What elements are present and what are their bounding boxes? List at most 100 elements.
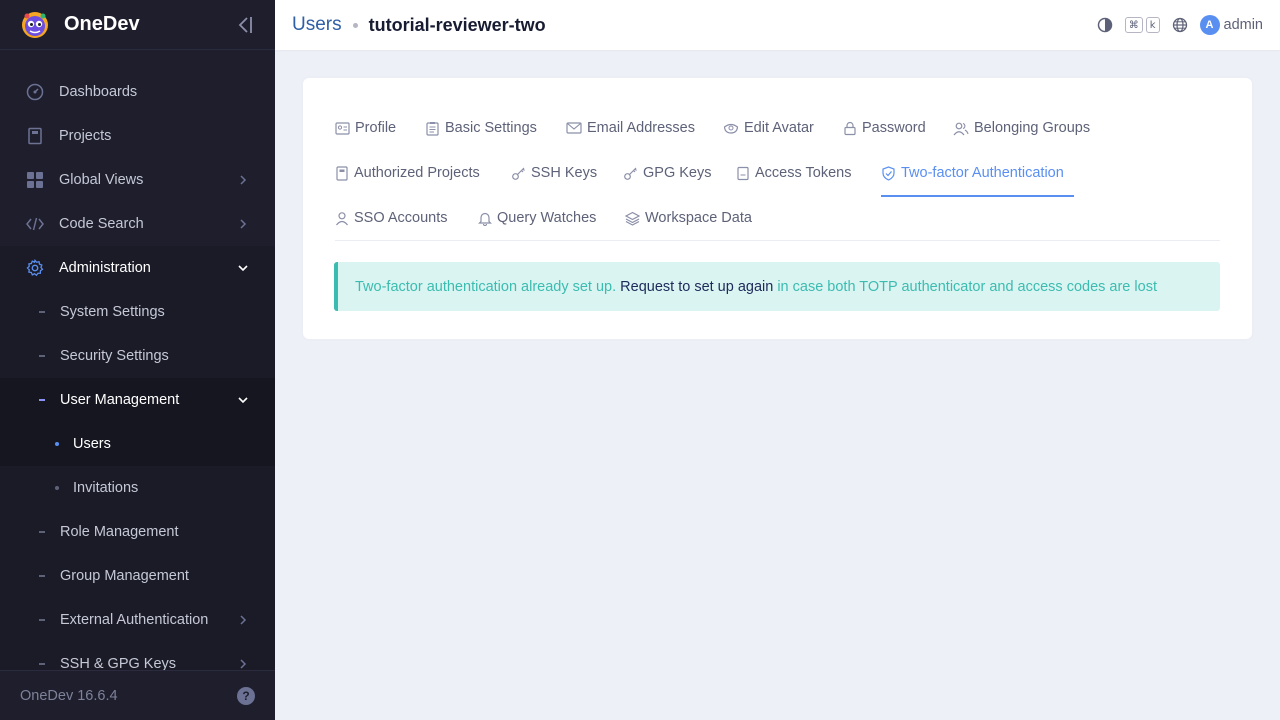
bullet-dash <box>39 399 45 401</box>
command-palette-shortcut[interactable]: ⌘ k <box>1124 17 1160 33</box>
book-icon <box>336 165 348 181</box>
token-icon <box>737 166 749 180</box>
user-menu[interactable]: A admin <box>1199 15 1264 35</box>
sidebar-item-system-settings[interactable]: System Settings <box>0 290 275 334</box>
chevron-right-icon <box>240 175 247 185</box>
tab-email-addresses[interactable]: Email Addresses <box>566 117 695 139</box>
tab-basic-settings[interactable]: Basic Settings <box>425 117 537 139</box>
sidebar-item-role-management[interactable]: Role Management <box>0 510 275 554</box>
tab-label: Password <box>862 120 926 136</box>
sidebar-item-invitations[interactable]: Invitations <box>0 466 275 510</box>
request-setup-again-link[interactable]: Request to set up again <box>620 279 773 295</box>
tab-label: Edit Avatar <box>744 120 814 136</box>
sidebar-item-code-search[interactable]: Code Search <box>0 202 275 246</box>
book-icon <box>26 127 44 145</box>
tab-gpg-keys[interactable]: GPG Keys <box>623 162 712 184</box>
breadcrumb-users-link[interactable]: Users <box>292 14 342 36</box>
sidebar-item-label: Users <box>73 436 111 452</box>
sidebar-item-label: User Management <box>60 392 180 408</box>
bullet-dash <box>39 663 45 665</box>
tab-query-watches[interactable]: Query Watches <box>478 207 596 229</box>
chevron-right-icon <box>240 615 247 625</box>
tab-label: SSO Accounts <box>354 210 448 226</box>
sidebar-item-group-management[interactable]: Group Management <box>0 554 275 598</box>
tab-authorized-projects[interactable]: Authorized Projects <box>335 162 480 184</box>
layers-icon <box>625 211 640 226</box>
bullet-dash <box>39 355 45 357</box>
breadcrumb-separator <box>352 22 358 28</box>
tab-belonging-groups[interactable]: Belonging Groups <box>953 117 1090 139</box>
topbar: Users tutorial-reviewer-two ⌘ k A admin <box>275 0 1280 50</box>
version-label: OneDev 16.6.4 <box>20 687 118 704</box>
kbd-k: k <box>1145 17 1160 33</box>
help-icon[interactable]: ? <box>237 686 255 705</box>
tab-label: Profile <box>355 120 397 136</box>
tab-label: Belonging Groups <box>974 120 1091 136</box>
sidebar-item-label: Global Views <box>59 172 144 188</box>
sidebar-item-administration[interactable]: Administration <box>0 246 275 290</box>
theme-toggle-icon[interactable] <box>1097 17 1113 33</box>
code-icon <box>26 215 44 233</box>
shield-check-icon <box>882 165 895 181</box>
sidebar-item-label: External Authentication <box>60 612 209 628</box>
sidebar-item-global-views[interactable]: Global Views <box>0 158 275 202</box>
gear-icon <box>26 259 44 277</box>
chevron-right-icon <box>240 219 247 229</box>
sidebar-item-dashboards[interactable]: Dashboards <box>0 70 275 114</box>
top-actions: ⌘ k A admin <box>1097 15 1263 35</box>
user-icon <box>336 211 348 225</box>
tab-label: Access Tokens <box>755 165 852 181</box>
sidebar-item-label: System Settings <box>60 304 165 320</box>
sidebar-item-users[interactable]: Users <box>0 422 275 466</box>
tab-label: SSH Keys <box>531 165 598 181</box>
tab-two-factor-authentication[interactable]: Two-factor Authentication <box>881 162 1064 184</box>
sidebar-item-label: Security Settings <box>60 348 169 364</box>
mask-icon <box>723 123 739 134</box>
collapse-sidebar-icon[interactable] <box>235 14 255 36</box>
tab-label: Workspace Data <box>645 210 752 226</box>
id-card-icon <box>335 121 350 135</box>
sidebar-item-security-settings[interactable]: Security Settings <box>0 334 275 378</box>
user-settings-card: Profile Basic Settings Email Addresses E… <box>303 78 1252 339</box>
user-name: admin <box>1223 17 1264 33</box>
tab-ssh-keys[interactable]: SSH Keys <box>511 162 597 184</box>
brand-name: OneDev <box>64 13 140 35</box>
key-icon <box>624 167 637 180</box>
chevron-down-icon <box>238 265 248 272</box>
sidebar-item-projects[interactable]: Projects <box>0 114 275 158</box>
globe-icon[interactable] <box>1172 17 1188 33</box>
sidebar-item-label: Dashboards <box>59 84 138 100</box>
key-icon <box>512 167 525 180</box>
sidebar-item-label: Invitations <box>73 480 139 496</box>
sidebar-item-label: Administration <box>59 260 151 276</box>
tab-edit-avatar[interactable]: Edit Avatar <box>723 117 814 139</box>
alert-text-before: Two-factor authentication already set up… <box>355 278 617 295</box>
tab-password[interactable]: Password <box>843 117 926 139</box>
clipboard-icon <box>426 121 439 136</box>
bell-icon <box>478 212 492 226</box>
page-title: tutorial-reviewer-two <box>368 14 546 35</box>
tabs-divider <box>335 240 1220 241</box>
active-tab-underline <box>881 195 1074 197</box>
tab-label: GPG Keys <box>643 165 712 181</box>
sidebar: OneDev Dashboards Projects Global Views <box>0 0 275 720</box>
avatar: A <box>1199 15 1220 35</box>
tab-sso-accounts[interactable]: SSO Accounts <box>335 207 448 229</box>
sidebar-item-user-management[interactable]: User Management <box>0 378 275 422</box>
onedev-logo-icon <box>22 11 48 38</box>
sidebar-item-label: Code Search <box>59 216 144 232</box>
tab-label: Email Addresses <box>587 120 695 136</box>
bullet-dash <box>39 311 45 313</box>
two-factor-status-alert: Two-factor authentication already set up… <box>334 262 1220 311</box>
gauge-icon <box>26 83 44 101</box>
tab-profile[interactable]: Profile <box>335 117 396 139</box>
sidebar-item-external-authentication[interactable]: External Authentication <box>0 598 275 642</box>
grid-icon <box>26 171 44 189</box>
sidebar-item-label: Role Management <box>60 524 179 540</box>
bullet-dash <box>39 531 45 533</box>
tab-workspace-data[interactable]: Workspace Data <box>625 207 752 229</box>
tab-access-tokens[interactable]: Access Tokens <box>736 162 851 184</box>
envelope-icon <box>566 122 582 134</box>
tab-label: Basic Settings <box>445 120 537 136</box>
chevron-right-icon <box>240 659 247 669</box>
